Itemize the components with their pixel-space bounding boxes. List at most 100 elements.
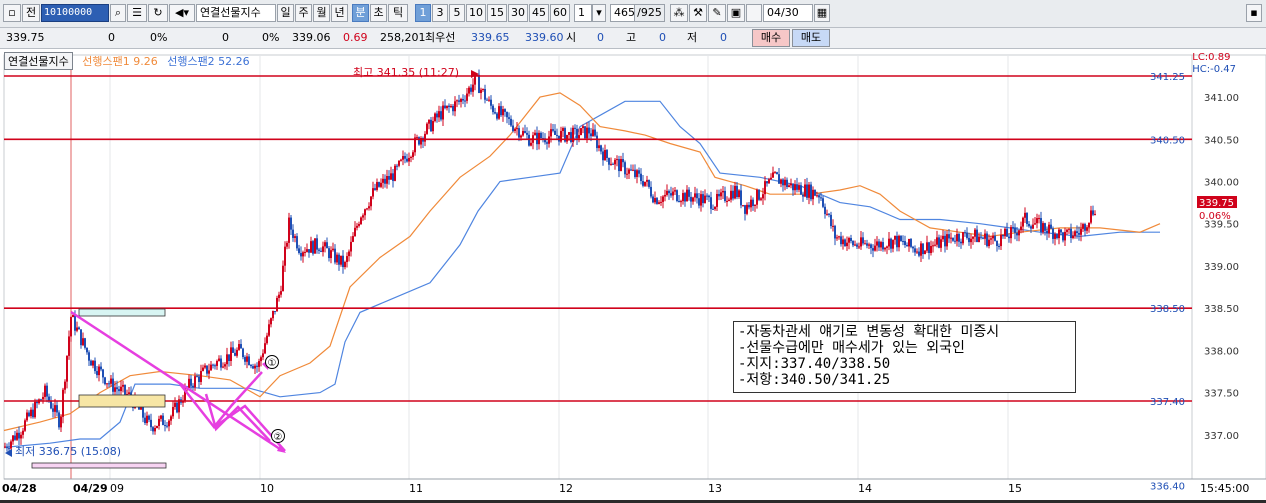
minute-10[interactable]: 10 (466, 4, 486, 22)
drawing-tool-icon[interactable]: ⚒ (689, 4, 707, 22)
candle-body (742, 205, 744, 207)
candle-body (322, 246, 324, 252)
candle-body (774, 172, 776, 174)
candle-body (146, 415, 148, 423)
window-menu-icon[interactable]: ▫ (3, 4, 21, 22)
candle-body (916, 251, 918, 253)
candle-body (668, 190, 670, 194)
low-value: 0 (720, 31, 727, 44)
candle-body (932, 245, 934, 247)
minute-5[interactable]: 5 (449, 4, 465, 22)
buy-button[interactable]: 매수 (752, 29, 790, 47)
calendar-icon[interactable]: ▦ (814, 4, 830, 22)
candle-body (884, 247, 886, 250)
candle-body (842, 239, 844, 245)
candle-body (634, 169, 636, 177)
save-icon[interactable]: ▣ (727, 4, 745, 22)
candle-body (782, 179, 784, 186)
candle-body (770, 177, 772, 180)
candle-body (658, 202, 660, 204)
minute-15[interactable]: 15 (487, 4, 507, 22)
candle-body (148, 415, 150, 420)
candle-body (846, 242, 848, 247)
minute-1[interactable]: 1 (415, 4, 431, 22)
candle-body (578, 135, 580, 139)
code-list-icon[interactable]: ☰ (127, 4, 147, 22)
candle-body (546, 142, 548, 144)
candle-body (52, 408, 54, 412)
tab-year[interactable]: 년 (331, 4, 348, 22)
candle-body (904, 241, 906, 245)
candle-body (860, 237, 862, 247)
candle-body (676, 190, 678, 201)
candle-body (872, 248, 874, 251)
candle-body (1090, 210, 1092, 223)
candle-body (862, 237, 864, 244)
tab-day[interactable]: 일 (277, 4, 294, 22)
code-prefix[interactable]: 전 (22, 4, 40, 22)
interval-input[interactable]: 1 (574, 4, 592, 22)
candle-body (214, 365, 216, 367)
candle-body (946, 234, 948, 247)
candle-body (328, 248, 330, 259)
candle-body (170, 416, 172, 421)
minute-60[interactable]: 60 (550, 4, 570, 22)
candle-body (768, 179, 770, 184)
edit-icon[interactable]: ✎ (708, 4, 726, 22)
candle-body (738, 190, 740, 197)
tab-minute[interactable]: 분 (352, 4, 369, 22)
candle-body (374, 188, 376, 190)
price-chart[interactable]: 341.25 341.00 340.50 340.50 340.00 339.50 339.… (0, 49, 1266, 500)
candle-body (356, 225, 358, 228)
candle-body (30, 409, 32, 417)
candle-body (596, 135, 598, 149)
count-input[interactable]: 465 (610, 4, 635, 22)
candle-body (858, 246, 860, 248)
sound-icon[interactable]: ◀▾ (169, 4, 195, 22)
price-tick-label: 340.50 (1150, 135, 1185, 146)
candle-body (480, 89, 482, 94)
candle-body (854, 244, 856, 246)
date-input[interactable]: 04/30 (763, 4, 813, 22)
refresh-icon[interactable]: ↻ (148, 4, 168, 22)
tab-month[interactable]: 월 (313, 4, 330, 22)
candle-body (998, 245, 1000, 247)
candle-body (696, 193, 698, 199)
current-price: 339.75 (6, 31, 45, 44)
price-tick-label: 338.50 (1150, 304, 1185, 315)
candle-body (604, 150, 606, 161)
close-panel-icon[interactable]: ▪ (1246, 4, 1262, 22)
candle-body (194, 376, 196, 388)
minute-3[interactable]: 3 (432, 4, 448, 22)
tab-tick[interactable]: 틱 (388, 4, 408, 22)
candle-body (482, 88, 484, 90)
range-box-bottom (31, 462, 167, 469)
search-icon[interactable]: ⌕ (110, 4, 126, 22)
candle-body (744, 205, 746, 214)
candle-body (1000, 234, 1002, 247)
chevron-down-icon[interactable]: ▾ (592, 4, 606, 22)
candle-body (852, 240, 854, 246)
candle-body (1082, 224, 1084, 229)
tab-second[interactable]: 초 (370, 4, 387, 22)
candle-body (312, 241, 314, 254)
sell-button[interactable]: 매도 (792, 29, 830, 47)
candle-body (732, 190, 734, 199)
legend-main[interactable]: 연결선물지수 (4, 52, 73, 70)
value-1-pct: 0% (262, 31, 280, 44)
indicator-icon[interactable]: ⁂ (670, 4, 688, 22)
candle-body (894, 235, 896, 240)
tab-week[interactable]: 주 (295, 4, 312, 22)
candle-body (1044, 223, 1046, 231)
code-input[interactable]: 10100000 (41, 4, 109, 22)
candle-body (928, 242, 930, 253)
candle-body (980, 236, 982, 238)
candle-body (1028, 223, 1030, 227)
candle-body (504, 109, 506, 112)
candle-body (352, 236, 354, 242)
minute-45[interactable]: 45 (529, 4, 549, 22)
minute-30[interactable]: 30 (508, 4, 528, 22)
candle-body (404, 156, 406, 159)
candle-body (748, 204, 750, 208)
checkbox[interactable] (746, 4, 762, 22)
